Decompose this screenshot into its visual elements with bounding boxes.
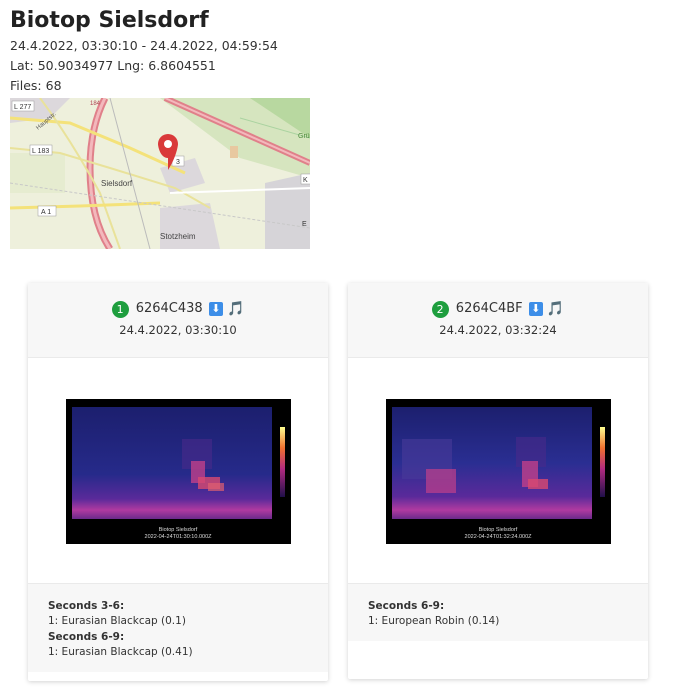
card-index-badge: 1 bbox=[111, 300, 129, 318]
map-canvas: L 277 L 183 A 1 Sielsdorf Stotzheim 3 Gr… bbox=[10, 98, 310, 249]
map-label-route: 184 bbox=[90, 101, 101, 107]
coordinates: Lat: 50.9034977 Lng: 6.8604551 bbox=[10, 58, 216, 73]
card-body: Biotop Sielsdorf 2022-04-24T01:32:24.000… bbox=[348, 358, 648, 584]
segment-title: Seconds 6-9: bbox=[368, 600, 445, 612]
map-label-e: E bbox=[302, 221, 307, 228]
recording-card: 1 6264C438 ⬇ 🎵 24.4.2022, 03:30:10 Bioto… bbox=[28, 283, 328, 681]
recording-datetime: 24.4.2022, 03:32:24 bbox=[439, 323, 557, 337]
spectrogram-image[interactable]: Biotop Sielsdorf 2022-04-24T01:32:24.000… bbox=[386, 399, 611, 544]
card-detections: Seconds 6-9: 1: European Robin (0.14) bbox=[348, 584, 648, 641]
page-header: Biotop Sielsdorf 24.4.2022, 03:30:10 - 2… bbox=[10, 6, 278, 96]
page-title: Biotop Sielsdorf bbox=[10, 8, 209, 33]
card-header: 1 6264C438 ⬇ 🎵 24.4.2022, 03:30:10 bbox=[28, 283, 328, 358]
recording-id: 6264C438 bbox=[135, 301, 203, 316]
audio-note-icon[interactable]: 🎵 bbox=[227, 301, 244, 317]
map-label-l183: L 183 bbox=[32, 148, 49, 155]
card-detections: Seconds 3-6: 1: Eurasian Blackcap (0.1) … bbox=[28, 584, 328, 672]
spectrogram-timestamp: 2022-04-24T01:32:24.000Z bbox=[465, 534, 533, 540]
segment-title: Seconds 3-6: bbox=[48, 600, 125, 612]
map-label-a1: A 1 bbox=[41, 209, 51, 216]
detection-item: 1: European Robin (0.14) bbox=[368, 615, 500, 627]
map-label-road: 3 bbox=[176, 159, 180, 166]
recording-card: 2 6264C4BF ⬇ 🎵 24.4.2022, 03:32:24 Bioto… bbox=[348, 283, 648, 679]
card-index-badge: 2 bbox=[431, 300, 449, 318]
spectrogram-caption: Biotop Sielsdorf bbox=[479, 527, 518, 533]
map-label-k: K bbox=[303, 177, 308, 184]
spectrogram-image[interactable]: Biotop Sielsdorf 2022-04-24T01:30:10.000… bbox=[66, 399, 291, 544]
map-label-gr: Grü bbox=[298, 133, 310, 140]
date-range: 24.4.2022, 03:30:10 - 24.4.2022, 04:59:5… bbox=[10, 38, 278, 53]
card-body: Biotop Sielsdorf 2022-04-24T01:30:10.000… bbox=[28, 358, 328, 584]
map-label-stotzheim: Stotzheim bbox=[160, 232, 196, 241]
audio-note-icon[interactable]: 🎵 bbox=[547, 301, 564, 317]
segment-title: Seconds 6-9: bbox=[48, 631, 125, 643]
recording-datetime: 24.4.2022, 03:30:10 bbox=[119, 323, 237, 337]
file-count: Files: 68 bbox=[10, 78, 62, 93]
detection-item: 1: Eurasian Blackcap (0.41) bbox=[48, 646, 193, 658]
map-label-l277: L 277 bbox=[14, 104, 31, 111]
recording-id: 6264C4BF bbox=[455, 301, 523, 316]
download-icon[interactable]: ⬇ bbox=[528, 302, 543, 316]
spectrogram-caption: Biotop Sielsdorf bbox=[159, 527, 198, 533]
spectrogram-timestamp: 2022-04-24T01:30:10.000Z bbox=[145, 534, 213, 540]
location-map[interactable]: L 277 L 183 A 1 Sielsdorf Stotzheim 3 Gr… bbox=[10, 98, 310, 249]
map-label-sielsdorf: Sielsdorf bbox=[101, 179, 133, 188]
detection-item: 1: Eurasian Blackcap (0.1) bbox=[48, 615, 186, 627]
card-header: 2 6264C4BF ⬇ 🎵 24.4.2022, 03:32:24 bbox=[348, 283, 648, 358]
download-icon[interactable]: ⬇ bbox=[208, 302, 223, 316]
